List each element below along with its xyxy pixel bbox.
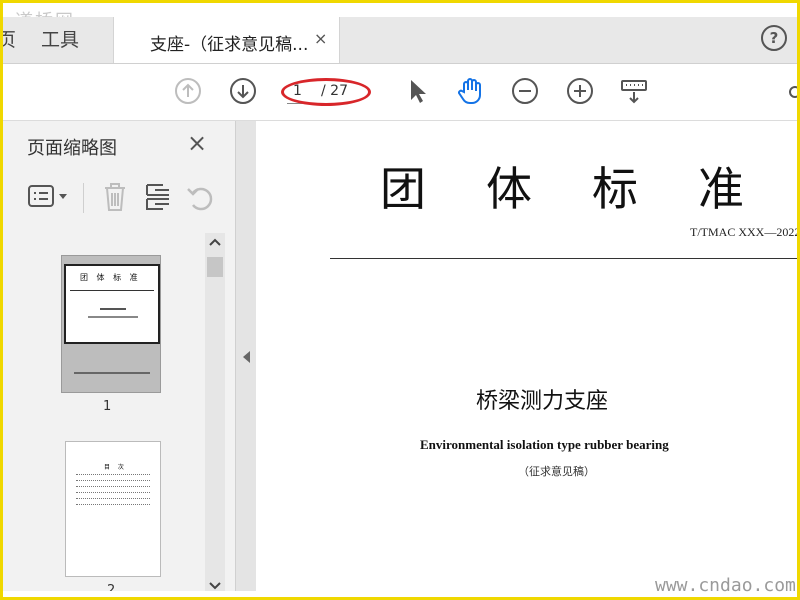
doc-title-en: Environmental isolation type rubber bear… <box>420 437 669 452</box>
thumbnail-1-subtitle-line <box>88 316 138 318</box>
watermark-bottom: www.cndao.com <box>655 575 796 596</box>
scrollbar-thumb[interactable] <box>207 257 223 277</box>
toc-line <box>76 492 150 495</box>
title-strip: 道桥网 <box>3 3 797 32</box>
prev-page-icon[interactable] <box>173 76 203 106</box>
tab-document-title: 支座-（征求意见稿... <box>150 35 309 55</box>
document-viewport[interactable]: 团体标准 T/TMAC XXX—2022 桥梁测力支座 Environmenta… <box>236 121 797 597</box>
thumbnail-2-heading: 目 次 <box>104 464 127 471</box>
thumbnail-1-footer-line <box>74 372 150 374</box>
doc-title-cn: 桥梁测力支座 <box>476 389 609 414</box>
thumbnail-list: 团 体 标 准 1 目 次 2 <box>3 231 203 597</box>
zoom-in-icon[interactable] <box>565 76 595 106</box>
menu-home[interactable]: 页 <box>3 25 16 52</box>
rotate-icon[interactable] <box>185 181 215 213</box>
hand-tool-icon[interactable] <box>455 76 485 106</box>
thumbnail-scrollbar[interactable] <box>205 233 225 595</box>
toolbar-divider <box>83 183 84 213</box>
thumbnail-1-viewport: 团 体 标 准 <box>64 264 160 344</box>
toc-line <box>76 480 150 483</box>
thumbnail-page-2[interactable]: 目 次 <box>65 441 161 577</box>
zoom-out-icon[interactable] <box>510 76 540 106</box>
app-window: 道桥网 页 工具 支座-（征求意见稿... × ? 1 / 27 <box>3 3 797 597</box>
more-tools-icon[interactable] <box>783 76 797 106</box>
panel-header: 页面缩略图 × <box>3 121 235 169</box>
keyboard-icon[interactable] <box>619 76 649 106</box>
extract-icon[interactable] <box>143 181 173 213</box>
panel-title: 页面缩略图 <box>27 138 117 159</box>
tab-document[interactable]: 支座-（征求意见稿... × <box>113 17 340 63</box>
thumbnail-panel: 页面缩略图 × 团 体 标 准 1 目 次 2 <box>3 121 236 597</box>
menu-tools[interactable]: 工具 <box>41 25 79 52</box>
collapse-panel-icon[interactable] <box>243 351 250 363</box>
doc-standard-code: T/TMAC XXX—2022 <box>690 225 797 239</box>
tab-bar: 页 工具 支座-（征求意见稿... × ? <box>3 17 797 64</box>
red-annotation-oval <box>281 78 371 106</box>
doc-subtitle: （征求意见稿） <box>518 465 595 478</box>
options-icon[interactable] <box>27 183 71 211</box>
tab-close-icon[interactable]: × <box>314 29 327 48</box>
panel-close-icon[interactable]: × <box>187 129 207 157</box>
toc-line <box>76 474 150 477</box>
next-page-icon[interactable] <box>228 76 258 106</box>
toc-line <box>76 486 150 489</box>
help-icon[interactable]: ? <box>761 25 787 51</box>
thumbnail-page-1[interactable]: 团 体 标 准 <box>61 255 161 393</box>
document-page: 团体标准 T/TMAC XXX—2022 桥梁测力支座 Environmenta… <box>256 121 797 597</box>
toolbar: 1 / 27 <box>3 64 797 121</box>
panel-toolbar <box>3 171 235 223</box>
thumbnail-1-rule <box>70 290 154 291</box>
toc-line <box>76 504 150 507</box>
scroll-down-icon[interactable] <box>208 581 222 591</box>
doc-rule <box>330 258 797 259</box>
scroll-up-icon[interactable] <box>208 237 222 247</box>
toc-line <box>76 498 150 501</box>
delete-icon[interactable] <box>101 181 129 213</box>
thumbnail-1-heading: 团 体 标 准 <box>80 273 141 282</box>
thumbnail-label-1: 1 <box>103 399 112 414</box>
select-cursor-icon[interactable] <box>403 76 433 106</box>
doc-heading: 团体标准 <box>380 162 797 216</box>
thumbnail-1-title-line <box>100 308 126 310</box>
